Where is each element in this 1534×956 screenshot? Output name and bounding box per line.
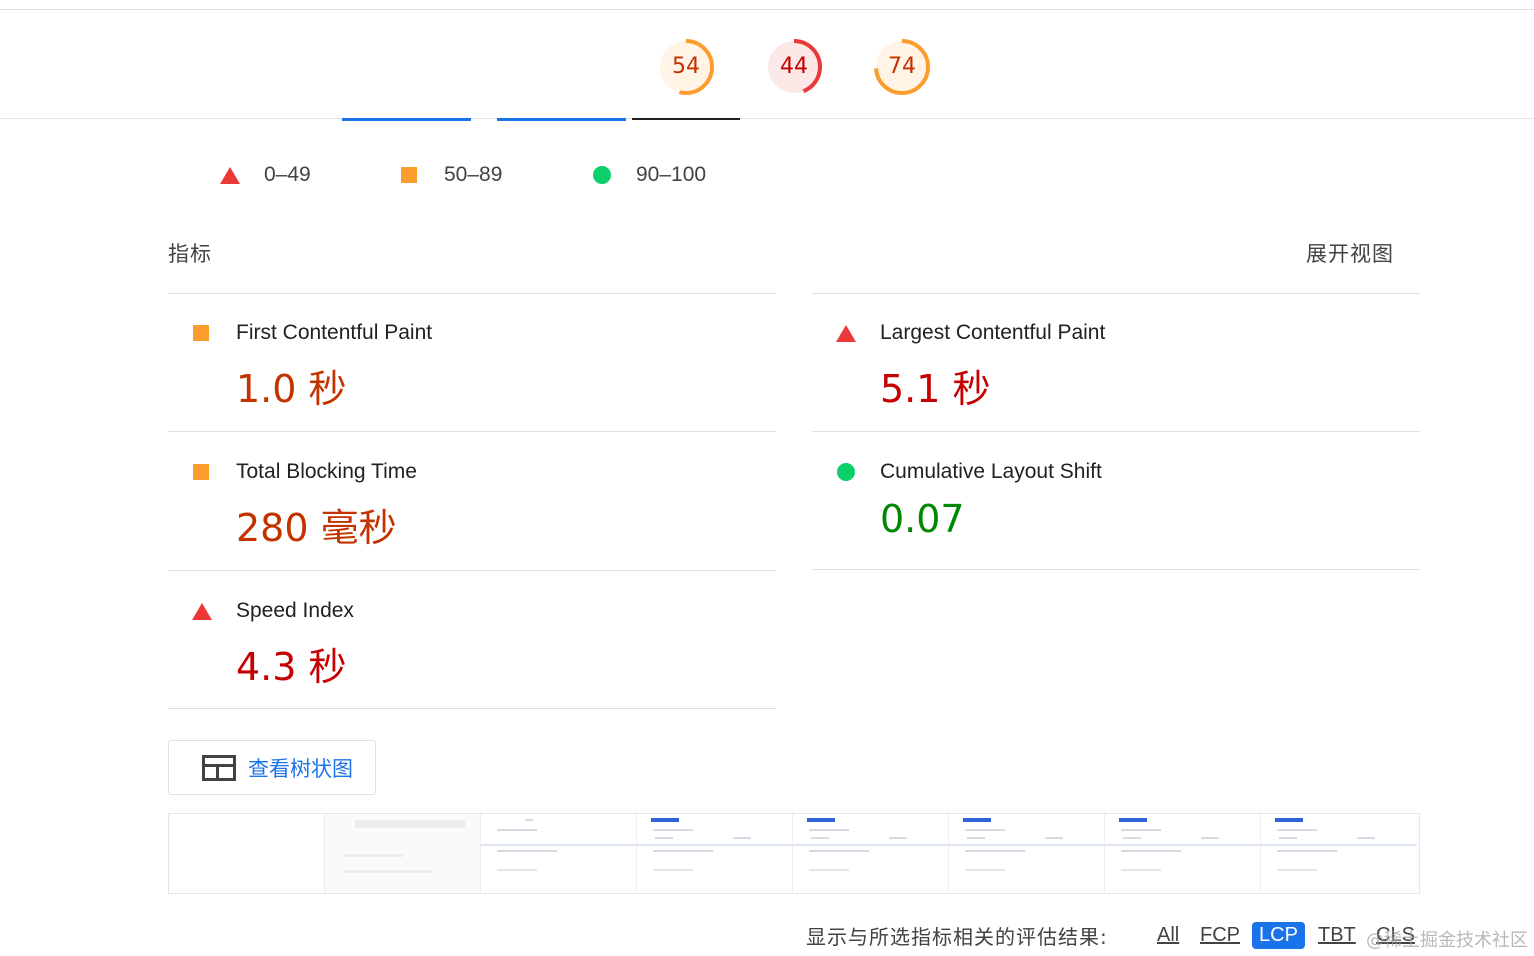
view-treemap-button[interactable]: 查看树状图	[168, 740, 376, 795]
filmstrip-frame	[169, 814, 325, 893]
treemap-icon	[202, 754, 236, 781]
filter-chip-label[interactable]: LCP	[1252, 921, 1305, 949]
filmstrip	[168, 813, 1420, 894]
divider	[168, 570, 776, 571]
divider	[168, 708, 776, 709]
metric-name-si: Speed Index	[236, 599, 354, 622]
filmstrip-frame	[637, 814, 793, 893]
filmstrip-frame	[949, 814, 1105, 893]
metric-value-si: 4.3 秒	[236, 645, 347, 689]
legend-fail: 0–49	[220, 160, 311, 190]
tab-indicator[interactable]	[342, 118, 471, 121]
square-icon	[193, 325, 209, 341]
score-gauge-best-practices[interactable]: 74	[872, 37, 932, 97]
metrics-title: 指标	[168, 242, 212, 266]
metric-name-tbt: Total Blocking Time	[236, 460, 417, 483]
filmstrip-frame	[481, 814, 637, 893]
legend-label: 0–49	[264, 163, 311, 186]
filter-chip-label[interactable]: TBT	[1318, 924, 1356, 947]
divider	[168, 431, 776, 432]
triangle-icon	[220, 166, 240, 184]
tab-indicator[interactable]	[497, 118, 626, 121]
score-gauge-accessibility[interactable]: 44	[764, 37, 824, 97]
square-icon	[193, 464, 209, 480]
top-divider	[0, 9, 1534, 10]
legend-pass: 90–100	[593, 160, 706, 190]
filter-chip-label[interactable]: FCP	[1200, 924, 1240, 947]
circle-icon	[837, 463, 855, 481]
metric-value-fcp: 1.0 秒	[236, 367, 347, 411]
divider	[812, 569, 1420, 570]
legend-average: 50–89	[401, 160, 502, 190]
filter-label: 显示与所选指标相关的评估结果:	[806, 924, 1108, 949]
metric-value-cls: 0.07	[880, 497, 965, 541]
divider	[812, 293, 1420, 294]
filmstrip-frame	[1261, 814, 1417, 893]
square-icon	[401, 167, 417, 183]
score-gauge-performance[interactable]: 54	[656, 37, 716, 97]
watermark: @稀土掘金技术社区	[1366, 930, 1528, 951]
filmstrip-frame	[325, 814, 481, 893]
circle-icon	[593, 166, 611, 184]
filter-chip-lcp[interactable]: LCP	[1252, 918, 1305, 952]
filmstrip-frame	[793, 814, 949, 893]
legend-label: 90–100	[636, 163, 707, 186]
metric-name-cls: Cumulative Layout Shift	[880, 460, 1102, 483]
gauge-score: 54	[672, 54, 700, 79]
view-treemap-label: 查看树状图	[248, 756, 353, 781]
legend-label: 50–89	[444, 163, 503, 186]
expand-view-link[interactable]: 展开视图	[1306, 238, 1394, 268]
gauge-score: 74	[888, 54, 916, 79]
triangle-icon	[192, 603, 212, 620]
filter-chip-fcp[interactable]: FCP	[1200, 918, 1240, 952]
header-divider	[0, 118, 1534, 119]
metric-value-lcp: 5.1 秒	[880, 367, 991, 411]
triangle-icon	[836, 325, 856, 342]
tab-indicator-active[interactable]	[632, 118, 740, 120]
metric-name-lcp: Largest Contentful Paint	[880, 321, 1106, 344]
filter-chip-tbt[interactable]: TBT	[1318, 918, 1356, 952]
filmstrip-frame	[1105, 814, 1261, 893]
gauge-score: 44	[780, 54, 808, 79]
metric-value-tbt: 280 毫秒	[236, 506, 397, 550]
metric-name-fcp: First Contentful Paint	[236, 321, 433, 344]
divider	[168, 293, 776, 294]
divider	[812, 431, 1420, 432]
filter-chip-all[interactable]: All	[1157, 918, 1179, 952]
filter-chip-label[interactable]: All	[1157, 924, 1179, 947]
